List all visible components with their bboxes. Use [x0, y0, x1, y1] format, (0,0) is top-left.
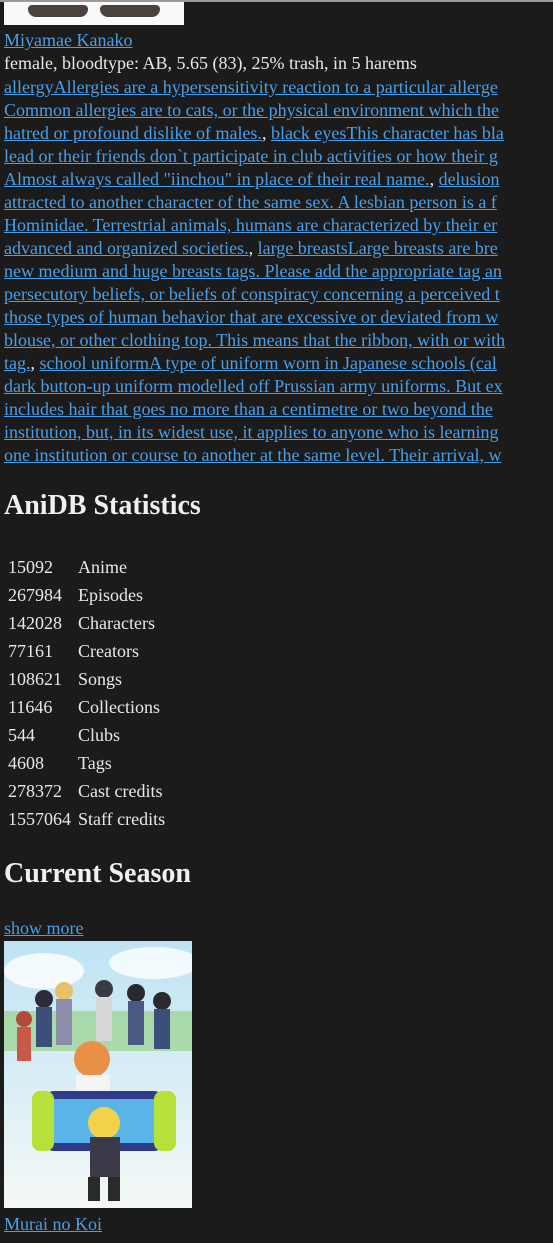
tag-link[interactable]: Hominidae. Terrestrial animals, humans a…	[4, 215, 497, 235]
character-info: female, bloodtype: AB, 5.65 (83), 25% tr…	[4, 53, 417, 73]
tag-line: persecutory beliefs, or beliefs of consp…	[4, 283, 553, 306]
stats-label: Songs	[78, 669, 123, 689]
stats-label: Clubs	[78, 725, 121, 745]
tag-link[interactable]: blouse, or other clothing top. This mean…	[4, 330, 505, 350]
stats-value: 142028	[8, 613, 62, 633]
tag-line: blouse, or other clothing top. This mean…	[4, 329, 553, 352]
shoe-shape	[28, 5, 88, 17]
tag-line: tag., school uniformA type of uniform wo…	[4, 352, 553, 375]
stats-label: Tags	[78, 753, 112, 773]
character-image[interactable]	[4, 2, 184, 25]
stats-label: Anime	[78, 557, 127, 577]
stats-value: 15092	[8, 557, 53, 577]
stats-row: 15092 Anime	[4, 553, 169, 581]
stats-value: 108621	[8, 669, 62, 689]
tag-link[interactable]: new medium and huge breasts tags. Please…	[4, 261, 502, 281]
stats-value: 77161	[8, 641, 53, 661]
stats-label: Collections	[78, 697, 160, 717]
stats-row: 4608 Tags	[4, 749, 169, 777]
stats-label: Staff credits	[78, 809, 166, 829]
tag-link[interactable]: black eyesThis character has bla	[271, 123, 504, 143]
tag-line: allergyAllergies are a hypersensitivity …	[4, 76, 553, 99]
tag-line: advanced and organized societies., large…	[4, 237, 553, 260]
tag-link[interactable]: Common allergies are to cats, or the phy…	[4, 100, 499, 120]
shoe-shape	[100, 5, 160, 17]
tag-line: attracted to another character of the sa…	[4, 191, 553, 214]
stats-row: 267984 Episodes	[4, 581, 169, 609]
stats-row: 142028 Characters	[4, 609, 169, 637]
tag-line: Almost always called "iinchou" in place …	[4, 168, 553, 191]
tag-line: Hominidae. Terrestrial animals, humans a…	[4, 214, 553, 237]
tag-link[interactable]: school uniformA type of uniform worn in …	[40, 353, 497, 373]
tag-link[interactable]: dark button-up uniform modelled off Prus…	[4, 376, 503, 396]
stats-row: 544 Clubs	[4, 721, 169, 749]
stats-value: 267984	[8, 585, 62, 605]
tag-line: hatred or profound dislike of males., bl…	[4, 122, 553, 145]
tag-line: lead or their friends don`t participate …	[4, 145, 553, 168]
stats-table: 15092 Anime 267984 Episodes 142028 Characters…	[4, 553, 169, 833]
tag-link[interactable]: large breastsLarge breasts are bre	[258, 238, 498, 258]
tag-link[interactable]: lead or their friends don`t participate …	[4, 146, 498, 166]
stats-value: 11646	[8, 697, 53, 717]
tag-link[interactable]: persecutory beliefs, or beliefs of consp…	[4, 284, 500, 304]
stats-value: 544	[8, 725, 35, 745]
stats-value: 4608	[8, 753, 44, 773]
anime-poster[interactable]	[4, 941, 192, 1208]
tag-line: those types of human behavior that are e…	[4, 306, 553, 329]
tag-separator: ,	[261, 123, 271, 143]
stats-row: 77161 Creators	[4, 637, 169, 665]
stats-value: 278372	[8, 781, 62, 801]
tag-line: dark button-up uniform modelled off Prus…	[4, 375, 553, 398]
character-name-link[interactable]: Miyamae Kanako	[4, 30, 132, 51]
tag-link[interactable]: institution, but, in its widest use, it …	[4, 422, 498, 442]
show-more-link[interactable]: show more	[4, 918, 84, 939]
tag-line: new medium and huge breasts tags. Please…	[4, 260, 553, 283]
stats-value: 1557064	[8, 809, 71, 829]
stats-label: Episodes	[78, 585, 143, 605]
stats-label: Cast credits	[78, 781, 163, 801]
stats-heading: AniDB Statistics	[4, 490, 201, 521]
stats-row: 11646 Collections	[4, 693, 169, 721]
tag-link[interactable]: advanced and organized societies.	[4, 238, 249, 258]
stats-label: Characters	[78, 613, 155, 633]
stats-label: Creators	[78, 641, 139, 661]
tag-list: allergyAllergies are a hypersensitivity …	[4, 76, 553, 467]
anime-title-link[interactable]: Murai no Koi	[4, 1214, 102, 1235]
tag-link[interactable]: one institution or course to another at …	[4, 445, 502, 465]
tag-line: Common allergies are to cats, or the phy…	[4, 99, 553, 122]
tag-link[interactable]: hatred or profound dislike of males.	[4, 123, 262, 143]
poster-artwork	[4, 941, 192, 1208]
tag-link[interactable]: attracted to another character of the sa…	[4, 192, 497, 212]
tag-link[interactable]: delusion	[439, 169, 500, 189]
tag-link[interactable]: includes hair that goes no more than a c…	[4, 399, 493, 419]
tag-line: one institution or course to another at …	[4, 444, 553, 467]
tag-link[interactable]: Almost always called "iinchou" in place …	[4, 169, 430, 189]
tag-link[interactable]: tag.	[4, 353, 31, 373]
tag-link[interactable]: allergyAllergies are a hypersensitivity …	[4, 77, 498, 97]
tag-separator: ,	[429, 169, 439, 189]
stats-row: 108621 Songs	[4, 665, 169, 693]
stats-row: 1557064 Staff credits	[4, 805, 169, 833]
tag-line: includes hair that goes no more than a c…	[4, 398, 553, 421]
tag-separator: ,	[30, 353, 40, 373]
season-heading: Current Season	[4, 858, 191, 889]
tag-line: institution, but, in its widest use, it …	[4, 421, 553, 444]
tag-separator: ,	[248, 238, 258, 258]
tag-link[interactable]: those types of human behavior that are e…	[4, 307, 498, 327]
stats-row: 278372 Cast credits	[4, 777, 169, 805]
